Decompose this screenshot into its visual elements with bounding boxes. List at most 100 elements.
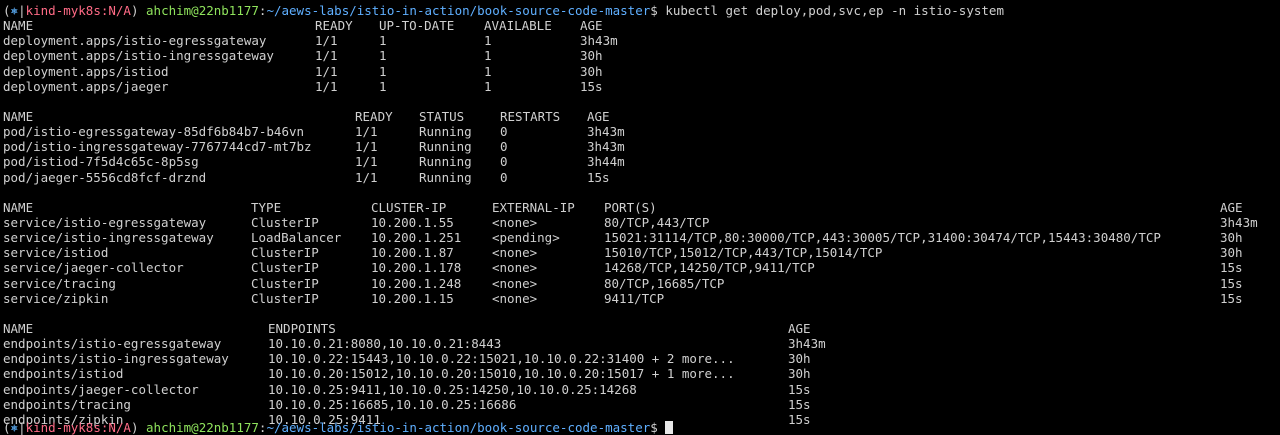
column-header: ENDPOINTS bbox=[268, 320, 336, 336]
table-cell: 30h bbox=[1220, 230, 1243, 246]
column-header: NAME bbox=[3, 108, 34, 124]
table-row: endpoints/istio-ingressgateway 10.10.0.22… bbox=[3, 351, 1280, 366]
table-cell: ClusterIP bbox=[251, 290, 319, 306]
table-cell: Running bbox=[419, 169, 472, 185]
table-cell: endpoints/istiod bbox=[3, 366, 124, 382]
table-cell: 3h43m bbox=[1220, 214, 1258, 230]
table-cell: 15s bbox=[1220, 275, 1243, 291]
table-cell: 15010/TCP,15012/TCP,443/TCP,15014/TCP bbox=[604, 245, 883, 261]
table-row: endpoints/istiod 10.10.0.20:15012,10.10.0… bbox=[3, 366, 1280, 381]
table-cell: 1/1 bbox=[315, 33, 338, 49]
table-cell: 10.200.1.15 bbox=[371, 290, 454, 306]
table-cell: 10.200.1.55 bbox=[371, 214, 454, 230]
table-row: deployment.apps/istio-ingressgateway 1/1 1… bbox=[3, 48, 1280, 63]
table-row: pod/istio-ingressgateway-7767744cd7-mt7b… bbox=[3, 139, 1280, 154]
table-cell: 1 bbox=[484, 63, 492, 79]
table-cell: 10.10.0.22:15443,10.10.0.22:15021,10.10.… bbox=[268, 351, 735, 367]
table-cell: service/istiod bbox=[3, 245, 109, 261]
table-cell: endpoints/jaeger-collector bbox=[3, 381, 199, 397]
table-cell: 0 bbox=[500, 139, 508, 155]
table-cell: 30h bbox=[580, 63, 603, 79]
column-header: AGE bbox=[580, 18, 603, 34]
table-cell: <none> bbox=[492, 214, 538, 230]
services-table: NAME TYPE CLUSTER-IP EXTERNAL-IP PORT(S) AGE s… bbox=[3, 200, 1280, 306]
table-cell: Running bbox=[419, 154, 472, 170]
table-cell: endpoints/istio-egressgateway bbox=[3, 336, 222, 352]
column-header: NAME bbox=[3, 199, 34, 215]
table-cell: 14268/TCP,14250/TCP,9411/TCP bbox=[604, 260, 815, 276]
table-cell: <pending> bbox=[492, 230, 560, 246]
prompt-paren: ( bbox=[3, 3, 11, 18]
table-row: deployment.apps/istiod 1/1 1 1 30h bbox=[3, 64, 1280, 79]
column-header: CLUSTER-IP bbox=[371, 199, 447, 215]
table-cell: 15021:31114/TCP,80:30000/TCP,443:30005/T… bbox=[604, 230, 1161, 246]
table-cell: 1/1 bbox=[355, 154, 378, 170]
table-row: pod/istiod-7f5d4c65c-8p5sg 1/1 Running 0 3h4… bbox=[3, 154, 1280, 169]
table-cell: 10.200.1.178 bbox=[371, 260, 462, 276]
table-cell: Running bbox=[419, 124, 472, 140]
table-row: endpoints/istio-egressgateway 10.10.0.21:… bbox=[3, 336, 1280, 351]
table-row: deployment.apps/istio-egressgateway 1/1 1 1… bbox=[3, 33, 1280, 48]
table-cell: 15s bbox=[788, 381, 811, 397]
table-cell: 1/1 bbox=[315, 78, 338, 94]
table-cell: <none> bbox=[492, 290, 538, 306]
table-cell: pod/istio-egressgateway-85df6b84b7-b46vn bbox=[3, 124, 305, 140]
prompt-separator: | bbox=[18, 3, 26, 18]
column-header: UP-TO-DATE bbox=[379, 18, 455, 34]
table-row: service/tracing ClusterIP 10.200.1.248 <non… bbox=[3, 276, 1280, 291]
table-cell: endpoints/istio-ingressgateway bbox=[3, 351, 229, 367]
table-cell: 0 bbox=[500, 154, 508, 170]
table-cell: 1 bbox=[379, 78, 387, 94]
table-cell: service/istio-egressgateway bbox=[3, 214, 207, 230]
table-cell: Running bbox=[419, 139, 472, 155]
next-prompt-line[interactable]: (⎈|kind-myk8s:N/A) ahchim@22nb1177:~/aew… bbox=[3, 420, 674, 435]
table-cell: service/zipkin bbox=[3, 290, 109, 306]
table-cell: 1 bbox=[379, 33, 387, 49]
kube-context: kind-myk8s:N/A bbox=[25, 3, 131, 18]
table-cell: pod/jaeger-5556cd8fcf-drznd bbox=[3, 169, 207, 185]
column-header: AGE bbox=[1220, 199, 1243, 215]
table-cell: 1/1 bbox=[315, 63, 338, 79]
table-cell: 1 bbox=[484, 78, 492, 94]
table-cell: 10.200.1.251 bbox=[371, 230, 462, 246]
table-header-row: NAME ENDPOINTS AGE bbox=[3, 321, 1280, 336]
table-row: service/zipkin ClusterIP 10.200.1.15 <none>… bbox=[3, 291, 1280, 306]
table-cell: 1 bbox=[379, 63, 387, 79]
table-cell: service/jaeger-collector bbox=[3, 260, 184, 276]
table-row: service/istiod ClusterIP 10.200.1.87 <none>… bbox=[3, 245, 1280, 260]
table-cell: 15s bbox=[580, 78, 603, 94]
table-row: pod/istio-egressgateway-85df6b84b7-b46vn… bbox=[3, 124, 1280, 139]
command-text: kubectl get deploy,pod,svc,ep -n istio-s… bbox=[665, 3, 1004, 18]
column-header: READY bbox=[315, 18, 353, 34]
table-cell: deployment.apps/jaeger bbox=[3, 78, 169, 94]
table-cell: deployment.apps/istiod bbox=[3, 63, 169, 79]
table-cell: 1/1 bbox=[355, 124, 378, 140]
table-cell: deployment.apps/istio-egressgateway bbox=[3, 33, 267, 49]
terminal-window[interactable]: (⎈|kind-myk8s:N/A) ahchim@22nb1177:~/aew… bbox=[0, 0, 1280, 435]
table-cell: 1 bbox=[379, 48, 387, 64]
kubernetes-helm-icon: ⎈ bbox=[10, 420, 19, 435]
table-header-row: NAME READY STATUS RESTARTS AGE bbox=[3, 109, 1280, 124]
endpoints-table: NAME ENDPOINTS AGE endpoints/istio-egressga… bbox=[3, 321, 1280, 427]
table-cell: 30h bbox=[788, 351, 811, 367]
column-header: RESTARTS bbox=[500, 108, 561, 124]
table-cell: 15s bbox=[788, 396, 811, 412]
table-row: service/istio-ingressgateway LoadBalancer… bbox=[3, 230, 1280, 245]
table-row: deployment.apps/jaeger 1/1 1 1 15s bbox=[3, 79, 1280, 94]
table-cell: 10.10.0.25:16685,10.10.0.25:16686 bbox=[268, 396, 517, 412]
table-cell: <none> bbox=[492, 260, 538, 276]
table-cell: 10.200.1.87 bbox=[371, 245, 454, 261]
table-cell: 30h bbox=[788, 366, 811, 382]
pods-table: NAME READY STATUS RESTARTS AGE pod/istio-egre… bbox=[3, 109, 1280, 185]
table-cell: 0 bbox=[500, 169, 508, 185]
column-header: AGE bbox=[587, 108, 610, 124]
table-cell: 30h bbox=[1220, 245, 1243, 261]
prompt-dollar: $ bbox=[650, 3, 666, 18]
table-cell: 1 bbox=[484, 48, 492, 64]
table-cell: 1 bbox=[484, 33, 492, 49]
table-cell: 10.10.0.20:15012,10.10.0.20:15010,10.10.… bbox=[268, 366, 735, 382]
text-cursor[interactable] bbox=[665, 421, 674, 434]
table-cell: 0 bbox=[500, 124, 508, 140]
column-header: EXTERNAL-IP bbox=[492, 199, 575, 215]
table-cell: 15s bbox=[1220, 260, 1243, 276]
